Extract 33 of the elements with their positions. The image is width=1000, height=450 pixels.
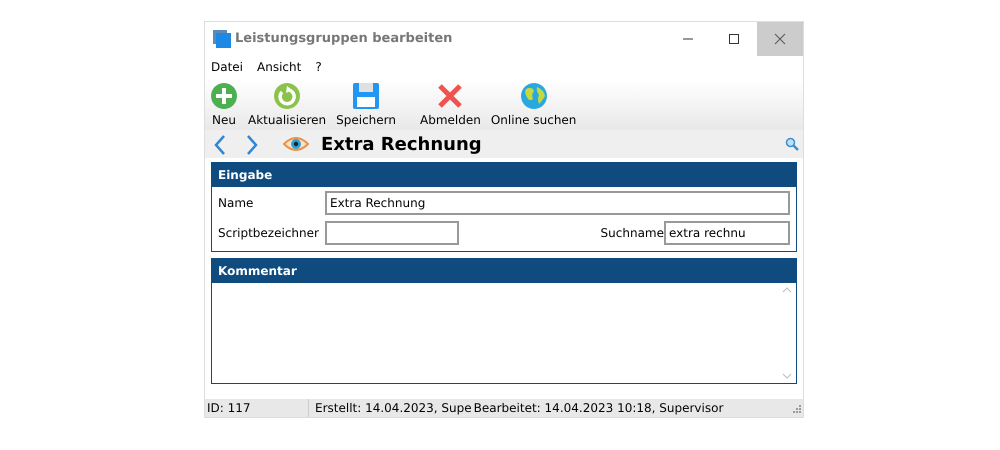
menu-item[interactable]: ? [315,58,322,76]
eye-icon [283,136,309,152]
field-label: Name [218,195,254,212]
refresh-icon [273,82,302,110]
toolbar-button[interactable]: Speichern [333,82,399,128]
status-text: Erstellt: 14.04.2023, Supe [314,400,472,417]
script-field[interactable] [325,221,459,245]
field-label: Suchname [600,225,664,242]
menu-item[interactable]: Datei [211,58,244,76]
record-title: Extra Rechnung [321,132,482,156]
scroll-down-icon[interactable] [782,373,792,379]
plus-icon [210,82,238,110]
panel-title: Eingabe [212,163,796,187]
window-title: Leistungsgruppen bearbeiten [235,30,452,48]
toolbar-button[interactable]: Aktualisieren [245,82,330,128]
scroll-up-icon[interactable] [782,287,792,293]
menu-item[interactable]: Ansicht [257,58,302,76]
close-icon [774,33,786,45]
status-text: Bearbeitet: 14.04.2023 10:18, Supervisor [472,400,724,417]
field-label: Scriptbezeichner [218,225,320,242]
toolbar-button[interactable]: Abmelden [417,82,484,128]
maximize-icon [728,33,740,45]
name-field[interactable]: Extra Rechnung [325,191,790,215]
toolbar-button[interactable]: Neu [207,82,241,128]
search-name-field[interactable]: extra rechnu [664,221,790,245]
cross-icon [436,82,464,110]
panel-title: Kommentar [212,259,796,283]
app-icon [213,30,231,48]
resize-grip-icon[interactable] [791,403,801,413]
globe-icon [520,82,548,110]
search-icon[interactable] [785,137,799,151]
toolbar-button[interactable]: Online suchen [488,82,580,128]
status-text: ID: 117 [205,399,309,417]
